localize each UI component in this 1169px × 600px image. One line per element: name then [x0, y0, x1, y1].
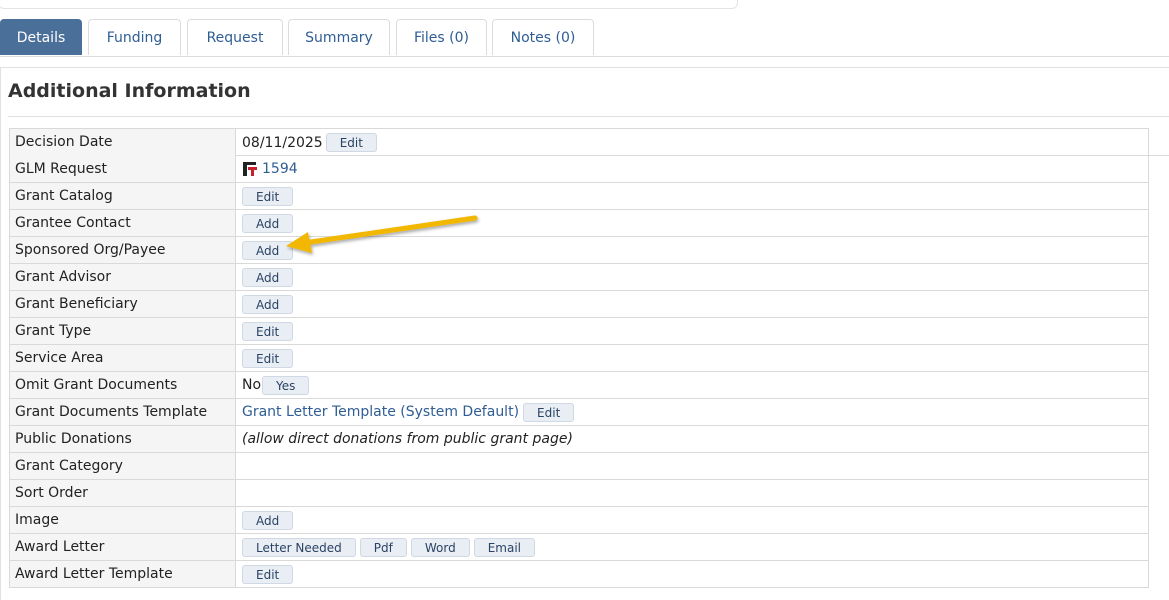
row-value: [236, 453, 1148, 479]
table-row-sort-order: Sort Order: [9, 480, 1149, 507]
row-label: Public Donations: [10, 426, 236, 452]
row-value: Add: [236, 264, 1148, 290]
table-row-glm-request: GLM Request 1594: [9, 156, 1149, 183]
table-row-grant-type: Grant Type Edit: [9, 318, 1149, 345]
omit-grant-documents-value: No: [242, 377, 262, 393]
row-label: Grant Category: [10, 453, 236, 479]
row-value: Edit: [236, 318, 1148, 344]
section-title: Additional Information: [8, 80, 251, 102]
tab-details[interactable]: Details: [0, 19, 82, 55]
row-label: GLM Request: [10, 156, 236, 182]
table-row-grant-documents-template: Grant Documents Template Grant Letter Te…: [9, 399, 1149, 426]
glm-logo-icon: [243, 162, 257, 176]
panel-top-border: [0, 67, 1169, 68]
word-button[interactable]: Word: [410, 537, 470, 557]
row-label: Service Area: [10, 345, 236, 371]
table-row-award-letter-template: Award Letter Template Edit: [9, 561, 1149, 588]
row-label: Grant Documents Template: [10, 399, 236, 425]
tab-files[interactable]: Files (0): [396, 19, 487, 55]
row-value: 1594: [236, 156, 1148, 182]
row-value: Add: [236, 507, 1148, 533]
tab-divider: [0, 56, 1169, 57]
section-divider: [8, 116, 1169, 117]
row-value: (allow direct donations from public gran…: [236, 426, 1148, 452]
row-label: Omit Grant Documents: [10, 372, 236, 398]
tab-funding[interactable]: Funding: [88, 19, 181, 55]
row-label: Sort Order: [10, 480, 236, 506]
row-label: Grant Type: [10, 318, 236, 344]
table-row-service-area: Service Area Edit: [9, 345, 1149, 372]
row-label: Grantee Contact: [10, 210, 236, 236]
table-row-omit-grant-documents: Omit Grant Documents No Yes: [9, 372, 1149, 399]
tab-notes[interactable]: Notes (0): [492, 19, 594, 55]
table-row-decision-date: Decision Date 08/11/2025 Edit: [9, 128, 1149, 156]
row-extension-line: [1149, 155, 1169, 156]
row-value: 08/11/2025 Edit: [236, 129, 1148, 156]
row-label: Decision Date: [10, 129, 236, 156]
decision-date-edit-button[interactable]: Edit: [325, 133, 377, 152]
details-table: Decision Date 08/11/2025 Edit GLM Reques…: [9, 128, 1149, 588]
tab-summary[interactable]: Summary: [288, 19, 390, 55]
table-row-grant-beneficiary: Grant Beneficiary Add: [9, 291, 1149, 318]
row-label: Grant Catalog: [10, 183, 236, 209]
table-row-image: Image Add: [9, 507, 1149, 534]
row-value: No Yes: [236, 372, 1148, 398]
grant-type-edit-button[interactable]: Edit: [242, 321, 294, 341]
table-row-sponsored-org: Sponsored Org/Payee Add: [9, 237, 1149, 264]
table-row-grantee-contact: Grantee Contact Add: [9, 210, 1149, 237]
award-letter-template-edit-button[interactable]: Edit: [242, 564, 294, 584]
table-row-grant-catalog: Grant Catalog Edit: [9, 183, 1149, 210]
row-label: Grant Beneficiary: [10, 291, 236, 317]
table-row-grant-advisor: Grant Advisor Add: [9, 264, 1149, 291]
row-value: [236, 480, 1148, 506]
omit-grant-documents-yes-button[interactable]: Yes: [262, 375, 310, 395]
table-row-public-donations: Public Donations (allow direct donations…: [9, 426, 1149, 453]
grant-documents-template-edit-button[interactable]: Edit: [523, 402, 575, 422]
table-row-award-letter: Award Letter Letter Needed Pdf Word Emai…: [9, 534, 1149, 561]
grant-catalog-edit-button[interactable]: Edit: [242, 186, 294, 206]
grant-documents-template-link[interactable]: Grant Letter Template (System Default): [236, 404, 519, 420]
letter-needed-button[interactable]: Letter Needed: [242, 537, 356, 557]
row-value: Edit: [236, 561, 1148, 587]
top-panel-edge: [0, 0, 738, 9]
row-value: Edit: [236, 345, 1148, 371]
row-value: Add: [236, 291, 1148, 317]
row-label: Image: [10, 507, 236, 533]
row-value: Edit: [236, 183, 1148, 209]
panel-left-border: [0, 67, 1, 600]
row-value: Letter Needed Pdf Word Email: [236, 534, 1148, 560]
yellow-arrow-icon: [286, 215, 478, 253]
row-label: Award Letter: [10, 534, 236, 560]
pdf-button[interactable]: Pdf: [359, 537, 407, 557]
image-add-button[interactable]: Add: [242, 510, 294, 530]
email-button[interactable]: Email: [473, 537, 535, 557]
row-label: Grant Advisor: [10, 264, 236, 290]
public-donations-note: (allow direct donations from public gran…: [242, 431, 573, 447]
grant-beneficiary-add-button[interactable]: Add: [242, 294, 294, 314]
service-area-edit-button[interactable]: Edit: [242, 348, 294, 368]
table-row-grant-category: Grant Category: [9, 453, 1149, 480]
tab-request[interactable]: Request: [187, 19, 283, 55]
glm-request-link[interactable]: 1594: [262, 161, 298, 177]
row-label: Sponsored Org/Payee: [10, 237, 236, 263]
row-label: Award Letter Template: [10, 561, 236, 587]
row-value: Grant Letter Template (System Default) E…: [236, 399, 1148, 425]
decision-date-value: 08/11/2025: [242, 134, 323, 151]
grant-advisor-add-button[interactable]: Add: [242, 267, 294, 287]
